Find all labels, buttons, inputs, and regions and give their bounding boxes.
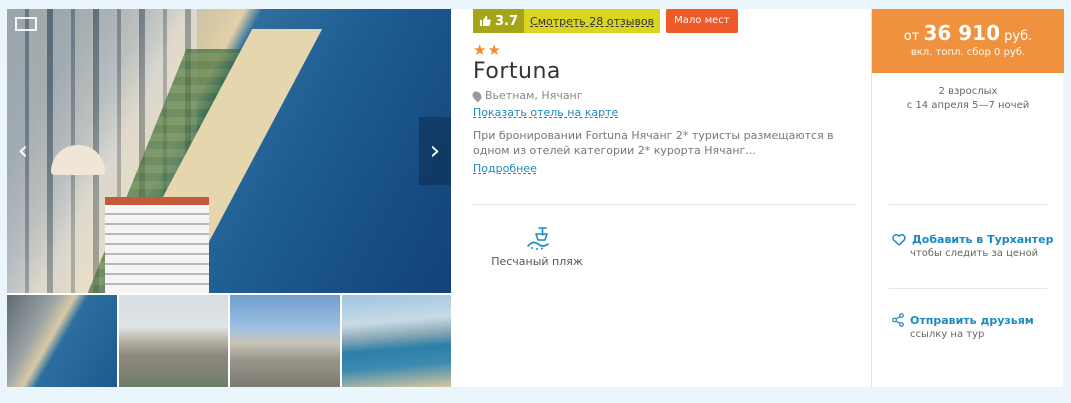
thumbnail-2[interactable] (118, 295, 228, 387)
next-photo-arrow[interactable]: › (419, 117, 451, 185)
thumbnail-4[interactable] (341, 295, 451, 387)
hotel-stars: ★★ (473, 41, 502, 59)
more-details-link[interactable]: Подробнее (473, 162, 537, 175)
location-pin-icon (470, 89, 484, 102)
share-action-sub: ссылку на тур (910, 329, 985, 340)
add-to-tourhunter[interactable]: Добавить в Турхантер чтобы следить за це… (892, 233, 1062, 259)
price-currency: руб. (1004, 29, 1033, 44)
price-divider-2 (889, 288, 1047, 289)
share-icon (892, 313, 904, 327)
main-photo[interactable]: ‹ › (7, 9, 451, 293)
price-column: от 36 910 руб. вкл. топл. сбор 0 руб. 2 … (871, 9, 1064, 387)
show-on-map-link[interactable]: Показать отель на карте (473, 106, 618, 119)
few-places-badge: Мало мест (666, 9, 738, 33)
thumbs-up-icon (480, 16, 491, 26)
location-text: Вьетнам, Нячанг (485, 89, 583, 102)
photo-hotel-layer (105, 197, 209, 293)
thumbnail-3[interactable] (230, 295, 340, 387)
info-divider (473, 204, 857, 205)
rating-value: 3.7 (495, 13, 519, 29)
price-main: от 36 910 руб. (872, 21, 1064, 45)
tour-params: 2 взрослых с 14 апреля 5—7 ночей (872, 85, 1064, 113)
tour-people: 2 взрослых (938, 86, 998, 97)
rating-badge: 3.7 Смотреть 28 отзывов (473, 9, 661, 33)
hotel-description: При бронировании Fortuna Нячанг 2* турис… (473, 129, 834, 157)
fuel-surcharge-note: вкл. топл. сбор 0 руб. (910, 47, 1026, 58)
price-divider-1 (889, 204, 1047, 205)
feature-sand-beach: Песчаный пляж (487, 225, 587, 268)
hotel-card: ‹ › 3.7 Смотреть 28 отзывов Мало мест ★★… (7, 9, 1064, 387)
price-box[interactable]: от 36 910 руб. вкл. топл. сбор 0 руб. (872, 9, 1064, 73)
share-action-row[interactable]: Отправить друзьям (892, 313, 1062, 327)
hotel-info: 3.7 Смотреть 28 отзывов Мало мест ★★ For… (470, 9, 857, 387)
heart-icon (892, 233, 906, 246)
thumbnail-1[interactable] (7, 295, 117, 387)
sand-beach-icon (527, 227, 549, 250)
add-action-sub: чтобы следить за ценой (910, 248, 1039, 259)
rating-score: 3.7 (473, 9, 524, 33)
prev-photo-arrow[interactable]: ‹ (7, 117, 39, 185)
price-amount: 36 910 (923, 21, 1000, 45)
add-action-label[interactable]: Добавить в Турхантер (912, 233, 1053, 246)
thumbnail-strip (7, 295, 451, 387)
feature-label: Песчаный пляж (491, 255, 583, 268)
hotel-location: Вьетнам, Нячанг (470, 89, 583, 102)
add-action-row[interactable]: Добавить в Турхантер (892, 233, 1062, 246)
tour-dates: с 14 апреля 5—7 ночей (906, 100, 1030, 111)
price-prefix: от (903, 29, 920, 44)
reviews-link[interactable]: Смотреть 28 отзывов (524, 9, 661, 33)
hotel-name[interactable]: Fortuna (473, 59, 561, 84)
send-to-friends[interactable]: Отправить друзьям ссылку на тур (892, 313, 1062, 340)
rating-row: 3.7 Смотреть 28 отзывов Мало мест (473, 9, 738, 33)
fullscreen-icon[interactable] (15, 17, 37, 31)
share-action-label[interactable]: Отправить друзьям (910, 314, 1034, 327)
photo-gallery: ‹ › (7, 9, 451, 387)
